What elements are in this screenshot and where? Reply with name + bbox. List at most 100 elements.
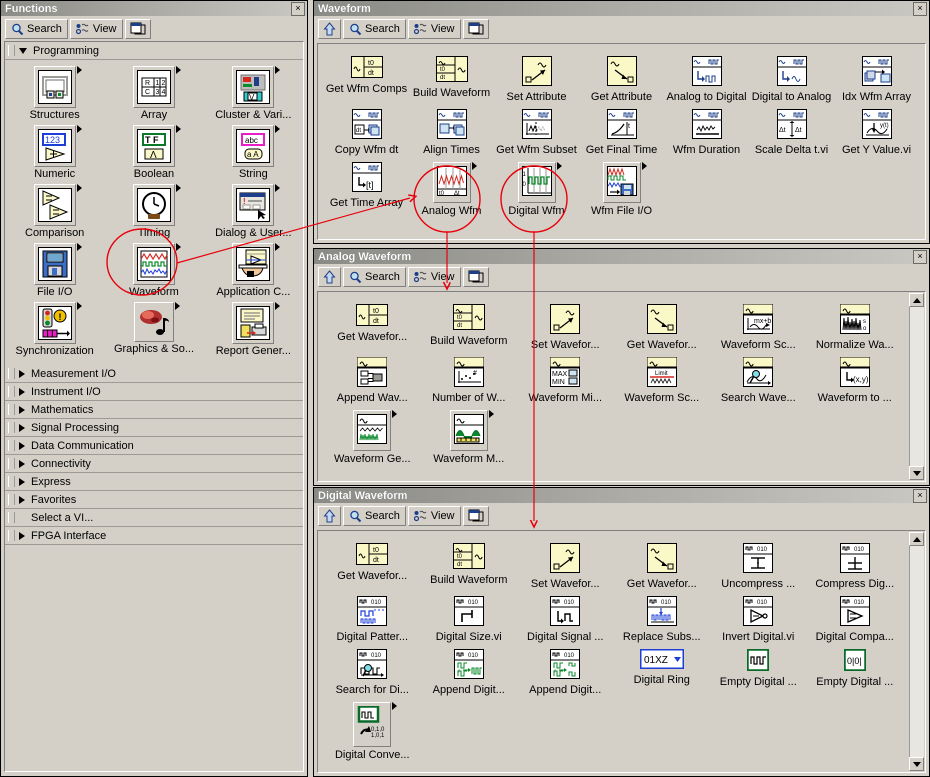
category-header-select-a-vi[interactable]: Select a VI... bbox=[5, 509, 303, 527]
palette-item-get-wfm-subset[interactable]: Get Wfm Subset bbox=[494, 109, 579, 156]
view-button[interactable]: View bbox=[407, 19, 461, 39]
palette-item-wfm-file-i-o[interactable]: Wfm File I/O bbox=[579, 162, 664, 217]
close-icon[interactable]: × bbox=[913, 249, 927, 264]
category-header-express[interactable]: Express bbox=[5, 473, 303, 491]
palette-item-set-wavefor[interactable]: Set Wavefor... bbox=[517, 543, 614, 590]
palette-item-boolean[interactable]: T F Λ Boolean bbox=[104, 125, 203, 180]
palette-item-waveform[interactable]: Waveform bbox=[104, 243, 203, 298]
close-icon[interactable]: × bbox=[913, 1, 927, 16]
scroll-track[interactable] bbox=[909, 546, 924, 757]
view-button[interactable]: View bbox=[407, 506, 461, 526]
search-button[interactable]: Search bbox=[343, 19, 406, 39]
category-header-programming[interactable]: Programming bbox=[5, 42, 303, 60]
scroll-up-button[interactable] bbox=[909, 532, 924, 546]
digital-vertical-scrollbar[interactable] bbox=[909, 532, 924, 771]
palette-item-synchronization[interactable]: ! Synchronization bbox=[5, 302, 104, 357]
category-header-measurement-i-o[interactable]: Measurement I/O bbox=[5, 365, 303, 383]
palette-item-number-of-w[interactable]: # Number of W... bbox=[421, 356, 518, 404]
palette-item-digital-conve[interactable]: 0,1,0 1,0,1 Digital Conve... bbox=[324, 702, 421, 761]
palette-item-array[interactable]: R C 1 2 3 4 Array bbox=[104, 66, 203, 121]
palette-item-waveform-ge[interactable]: Waveform Ge... bbox=[324, 410, 421, 465]
palette-item-report-generation[interactable]: Report Gener... bbox=[204, 302, 303, 357]
pin-button[interactable] bbox=[462, 267, 489, 287]
scroll-down-button[interactable] bbox=[909, 757, 924, 771]
palette-item-get-y-value-vi[interactable]: y(t) Get Y Value.vi bbox=[834, 109, 919, 156]
view-button[interactable]: View bbox=[407, 267, 461, 287]
pin-button[interactable] bbox=[462, 506, 489, 526]
palette-item-wfm-duration[interactable]: Wfm Duration bbox=[664, 109, 749, 156]
palette-item-build-waveform[interactable]: t0 dt Build Waveform bbox=[409, 56, 494, 103]
up-button[interactable] bbox=[318, 19, 341, 39]
palette-item-file-io[interactable]: File I/O bbox=[5, 243, 104, 298]
category-header-connectivity[interactable]: Connectivity bbox=[5, 455, 303, 473]
palette-item-compress-dig[interactable]: 010 Compress Dig... bbox=[807, 543, 904, 590]
palette-item-scale-delta-t-vi[interactable]: Δt Δt Scale Delta t.vi bbox=[749, 109, 834, 156]
palette-item-search-wave[interactable]: Search Wave... bbox=[710, 356, 807, 404]
palette-item-digital-compa[interactable]: 010 Digital Compa... bbox=[807, 596, 904, 643]
palette-item-set-wavefor[interactable]: Set Wavefor... bbox=[517, 304, 614, 351]
palette-item-search-for-di[interactable]: 010 Search for Di... bbox=[324, 649, 421, 696]
palette-item-build-waveform[interactable]: t0 dt Build Waveform bbox=[421, 304, 518, 351]
palette-item-dialog[interactable]: ! Dialog & User... bbox=[204, 184, 303, 239]
search-button[interactable]: Search bbox=[343, 267, 406, 287]
palette-item-digital-signal[interactable]: 010 Digital Signal ... bbox=[517, 596, 614, 643]
palette-item-get-wavefor[interactable]: Get Wavefor... bbox=[614, 543, 711, 590]
scroll-down-button[interactable] bbox=[909, 466, 924, 480]
palette-item-comparison[interactable]: Comparison bbox=[5, 184, 104, 239]
palette-item-waveform-sc[interactable]: mx+b Waveform Sc... bbox=[710, 303, 807, 351]
view-button[interactable]: View bbox=[69, 19, 123, 39]
palette-item-digital-patter[interactable]: 010 Digital Patter... bbox=[324, 596, 421, 643]
category-header-signal-processing[interactable]: Signal Processing bbox=[5, 419, 303, 437]
palette-item-invert-digital-vi[interactable]: 010 Invert Digital.vi bbox=[710, 596, 807, 643]
category-header-mathematics[interactable]: Mathematics bbox=[5, 401, 303, 419]
palette-item-structures[interactable]: Structures bbox=[5, 66, 104, 121]
palette-item-digital-to-analog[interactable]: Digital to Analog bbox=[749, 56, 834, 103]
palette-item-replace-subs[interactable]: 010 Replace Subs... bbox=[614, 596, 711, 643]
palette-item-get-wavefor[interactable]: Get Wavefor... bbox=[614, 304, 711, 351]
palette-item-build-waveform[interactable]: t0 dt Build Waveform bbox=[421, 543, 518, 590]
palette-item-waveform-to[interactable]: (x,y) Waveform to ... bbox=[807, 356, 904, 404]
palette-item-digital-wfm[interactable]: 1 0 Digital Wfm bbox=[494, 162, 579, 217]
palette-item-empty-digital[interactable]: Empty Digital ... bbox=[710, 648, 807, 696]
palette-item-append-wav[interactable]: Append Wav... bbox=[324, 356, 421, 404]
palette-item-timing[interactable]: Timing bbox=[104, 184, 203, 239]
palette-item-get-wavefor[interactable]: t0 dt Get Wavefor... bbox=[324, 304, 421, 351]
palette-item-waveform-sc[interactable]: Limit Waveform Sc... bbox=[614, 356, 711, 404]
palette-item-cluster[interactable]: V Cluster & Vari... bbox=[204, 66, 303, 121]
palette-item-waveform-mi[interactable]: MAX MIN Waveform Mi... bbox=[517, 356, 614, 404]
analog-vertical-scrollbar[interactable] bbox=[909, 293, 924, 480]
pin-button[interactable] bbox=[462, 19, 489, 39]
palette-item-normalize-wa[interactable]: s o Normalize Wa... bbox=[807, 303, 904, 351]
palette-item-append-digit[interactable]: 010 + Append Digit... bbox=[421, 649, 518, 696]
scroll-track[interactable] bbox=[909, 307, 924, 466]
category-header-instrument-i-o[interactable]: Instrument I/O bbox=[5, 383, 303, 401]
palette-item-graphics-sound[interactable]: Graphics & So... bbox=[104, 302, 203, 357]
palette-item-get-wavefor[interactable]: t0 dt Get Wavefor... bbox=[324, 543, 421, 590]
category-header-fpga-interface[interactable]: FPGA Interface bbox=[5, 527, 303, 545]
palette-item-digital-ring[interactable]: 01XZ Digital Ring bbox=[614, 648, 711, 696]
palette-item-get-time-array[interactable]: [t] Get Time Array bbox=[324, 162, 409, 217]
up-button[interactable] bbox=[318, 267, 341, 287]
search-button[interactable]: Search bbox=[5, 19, 68, 39]
palette-item-set-attribute[interactable]: Set Attribute bbox=[494, 56, 579, 103]
palette-item-waveform-m[interactable]: Waveform M... bbox=[421, 410, 518, 465]
palette-item-analog-wfm[interactable]: t0 Δt Analog Wfm bbox=[409, 162, 494, 217]
close-icon[interactable]: × bbox=[291, 1, 305, 16]
palette-item-append-digit[interactable]: 010 + Append Digit... bbox=[517, 649, 614, 696]
palette-item-application-control[interactable]: Application C... bbox=[204, 243, 303, 298]
palette-item-string[interactable]: abc a A String bbox=[204, 125, 303, 180]
search-button[interactable]: Search bbox=[343, 506, 406, 526]
scroll-up-button[interactable] bbox=[909, 293, 924, 307]
palette-item-align-times[interactable]: Align Times bbox=[409, 109, 494, 156]
category-header-favorites[interactable]: Favorites bbox=[5, 491, 303, 509]
pin-button[interactable] bbox=[124, 19, 151, 39]
palette-item-digital-size-vi[interactable]: 010 Digital Size.vi bbox=[421, 596, 518, 643]
palette-item-empty-digital[interactable]: 0|0| Empty Digital ... bbox=[807, 648, 904, 696]
palette-item-analog-to-digital[interactable]: Analog to Digital bbox=[664, 56, 749, 103]
palette-item-numeric[interactable]: 123 Numeric bbox=[5, 125, 104, 180]
palette-item-copy-wfm-dt[interactable]: dt Copy Wfm dt bbox=[324, 109, 409, 156]
palette-item-get-wfm-comps[interactable]: t0 dt Get Wfm Comps bbox=[324, 56, 409, 103]
palette-item-idx-wfm-array[interactable]: Idx Wfm Array bbox=[834, 56, 919, 103]
palette-item-uncompress[interactable]: 010 Uncompress ... bbox=[710, 543, 807, 590]
category-header-data-communication[interactable]: Data Communication bbox=[5, 437, 303, 455]
